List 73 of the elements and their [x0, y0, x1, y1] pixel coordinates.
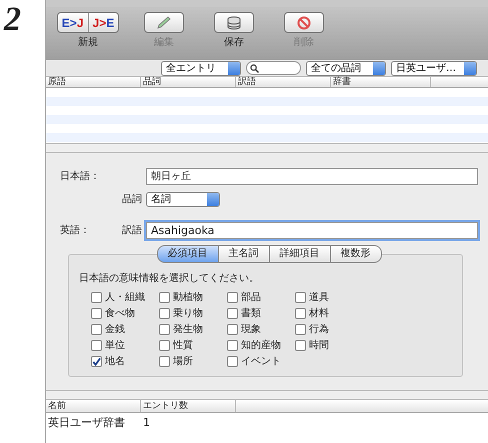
checkbox-label: 現象: [241, 323, 261, 336]
checkbox[interactable]: [159, 356, 170, 367]
direction-segment[interactable]: J>E: [88, 13, 118, 32]
checkbox[interactable]: [91, 292, 102, 303]
checkbox-label: 発生物: [173, 323, 203, 336]
checkbox-label: 場所: [173, 355, 193, 368]
checkbox-label: 地名: [105, 355, 125, 368]
database-icon: [227, 16, 241, 30]
tab[interactable]: 複数形: [330, 245, 382, 263]
checkbox[interactable]: [227, 308, 238, 319]
prohibited-icon: [297, 16, 311, 30]
tab[interactable]: 必須項目: [156, 245, 218, 263]
pencil-icon: [156, 16, 172, 30]
checkbox[interactable]: [227, 292, 238, 303]
instruction-text: 日本語の意味情報を選択してください。: [79, 272, 260, 286]
step-number: 2: [2, 0, 22, 40]
translation-field[interactable]: Asahigaoka: [146, 222, 478, 239]
checkbox-label: 知的産物: [241, 339, 281, 352]
checkbox[interactable]: [295, 340, 306, 351]
toolbar-label: 新規: [78, 38, 98, 48]
field-label: 英語：: [60, 224, 91, 238]
checkbox-label: 時間: [309, 339, 329, 352]
checkbox-label: 金銭: [105, 323, 125, 336]
direction-segment[interactable]: E>J: [58, 13, 88, 32]
part-of-speech-filter-select[interactable]: 全ての品詞: [306, 61, 386, 76]
checkbox[interactable]: [159, 324, 170, 335]
checkbox-label: 乗り物: [173, 307, 203, 320]
table-cell-text: 1: [143, 416, 151, 430]
checkbox-label: 単位: [105, 339, 125, 352]
checkbox[interactable]: [91, 308, 102, 319]
checkbox-label: 書類: [241, 307, 261, 320]
dictionary-filter-select[interactable]: 日英ユーザ…: [391, 61, 477, 76]
column-header[interactable]: 辞書: [331, 77, 431, 87]
checkbox-label: 食べ物: [105, 307, 135, 320]
checkbox-label: 人・組織: [105, 291, 145, 304]
checkbox[interactable]: [295, 292, 306, 303]
checkbox-label: イベント: [241, 355, 281, 368]
toolbar-label: 保存: [224, 38, 244, 48]
entry-filter-select[interactable]: 全エントリ: [161, 61, 241, 76]
save-button[interactable]: [214, 12, 254, 33]
column-header[interactable]: 品詞: [141, 77, 236, 87]
tab[interactable]: 主名詞: [218, 245, 270, 263]
checkbox[interactable]: [159, 292, 170, 303]
japanese-field[interactable]: 朝日ヶ丘: [146, 168, 478, 185]
checkbox[interactable]: [159, 308, 170, 319]
search-field[interactable]: [246, 61, 301, 75]
checkbox[interactable]: [227, 324, 238, 335]
checkbox[interactable]: [91, 356, 102, 367]
checkbox[interactable]: [295, 308, 306, 319]
checkbox[interactable]: [91, 340, 102, 351]
column-header[interactable]: エントリ数: [141, 400, 236, 412]
column-header[interactable]: 原語: [46, 77, 141, 87]
checkbox-label: 材料: [309, 307, 329, 320]
tab[interactable]: 詳細項目: [270, 245, 330, 263]
checkbox-label: 部品: [241, 291, 261, 304]
checkbox[interactable]: [159, 340, 170, 351]
table-cell-text: 英日ユーザ辞書: [48, 416, 126, 430]
field-label: 品詞: [121, 192, 143, 207]
checkbox-label: 行為: [309, 323, 329, 336]
field-label: 訳語: [121, 224, 143, 238]
part-of-speech-select[interactable]: 名詞: [146, 192, 220, 207]
checkbox[interactable]: [227, 340, 238, 351]
checkbox-label: 道具: [309, 291, 329, 304]
new-entry-segmented-control[interactable]: E>J J>E: [56, 12, 120, 33]
checkbox[interactable]: [91, 324, 102, 335]
field-label: 日本語：: [60, 170, 101, 184]
search-icon: [250, 64, 259, 72]
column-header[interactable]: 訳語: [236, 77, 331, 87]
column-header[interactable]: 名前: [46, 400, 141, 412]
checkbox-label: 性質: [173, 339, 193, 352]
checkbox[interactable]: [227, 356, 238, 367]
checkbox-label: 動植物: [173, 291, 203, 304]
checkbox[interactable]: [295, 324, 306, 335]
